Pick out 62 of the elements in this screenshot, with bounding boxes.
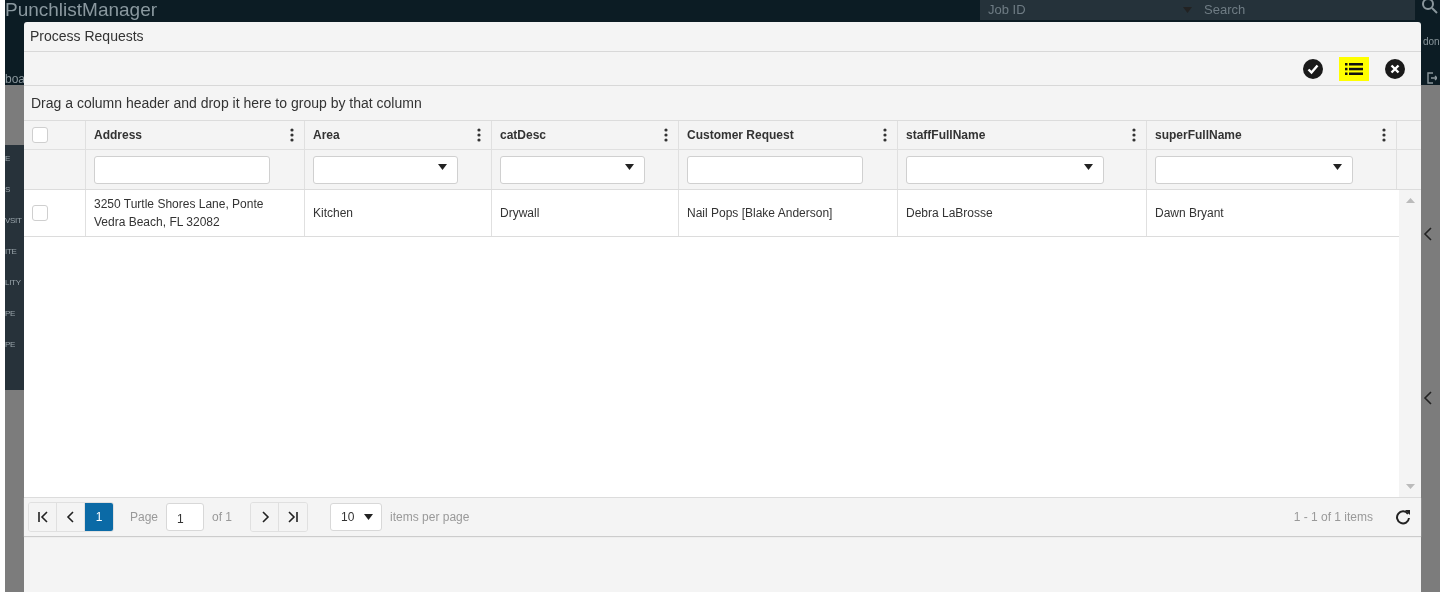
user-label[interactable]: don (1423, 34, 1440, 49)
caret-icon (364, 514, 374, 520)
group-panel-hint: Drag a column header and drop it here to group by that column (31, 93, 422, 113)
page-size-label: items per page (390, 509, 470, 526)
logout-icon[interactable] (1427, 72, 1437, 84)
page-input[interactable]: 1 (166, 503, 205, 531)
dialog-title: Process Requests (30, 27, 144, 46)
page-size-dropdown[interactable]: 10 (330, 503, 383, 531)
page-count: of 1 (212, 509, 233, 526)
column-header[interactable]: superFullName (1155, 126, 1242, 144)
chevron-icon (286, 510, 301, 524)
column-menu-icon[interactable] (1382, 128, 1386, 142)
refresh-icon[interactable] (1395, 509, 1411, 525)
chevron-icon (1423, 391, 1433, 405)
close-icon (1385, 58, 1405, 79)
table-cell-text: Drywall (500, 205, 540, 222)
toolbar-button[interactable] (1339, 56, 1369, 81)
column-menu-icon[interactable] (1132, 128, 1136, 142)
sidebar-item[interactable]: ITE (5, 244, 24, 260)
table-cell-text: Nail Pops [Blake Anderson] (687, 205, 833, 222)
page-label: Page (130, 509, 159, 526)
column-header[interactable]: staffFullName (906, 126, 986, 144)
items-summary: 1 - 1 of 1 items (1293, 509, 1373, 526)
search-field[interactable]: Search (1200, 0, 1415, 20)
job-id-field[interactable]: Job ID (980, 0, 1200, 20)
column-menu-icon[interactable] (290, 128, 294, 142)
caret-icon (1333, 163, 1342, 170)
filter-field[interactable] (687, 155, 863, 184)
pager-button[interactable] (251, 503, 280, 531)
checkbox[interactable] (32, 127, 48, 143)
search-icon[interactable] (1422, 0, 1438, 14)
column-menu-icon[interactable] (883, 128, 887, 142)
page-button[interactable]: 1 (85, 503, 113, 531)
pager-button[interactable] (29, 503, 57, 531)
table-cell-text: Kitchen (313, 205, 354, 222)
caret-icon (438, 163, 447, 170)
column-header[interactable]: Customer Request (687, 126, 794, 144)
filter-field[interactable] (94, 155, 270, 184)
caret-icon (1084, 163, 1093, 170)
sidebar-item[interactable]: PE (5, 306, 24, 322)
chevron-icon (1423, 227, 1433, 241)
sidebar-item[interactable]: E (5, 151, 24, 167)
caret-icon (625, 163, 634, 170)
table-cell-text: Debra LaBrosse (906, 205, 993, 222)
checkbox[interactable] (32, 205, 48, 221)
column-header[interactable]: catDesc (500, 126, 547, 144)
column-header[interactable]: Address (94, 126, 143, 144)
chevron-icon (35, 510, 50, 524)
list-icon (1345, 61, 1363, 76)
column-header[interactable]: Area (313, 126, 340, 144)
nav-label[interactable]: boa (5, 70, 26, 88)
table-cell-text: Dawn Bryant (1155, 205, 1224, 222)
check-circle-icon (1303, 58, 1323, 79)
app-logo: PunchlistManager (5, 0, 158, 20)
column-menu-icon[interactable] (477, 128, 481, 142)
column-menu-icon[interactable] (664, 128, 668, 142)
caret-icon (1183, 7, 1192, 13)
sidebar-item[interactable]: S (5, 182, 24, 198)
sidebar-item[interactable]: LITY (5, 275, 24, 291)
table-cell-text: 3250 Turtle Shores Lane, Ponte Vedra Beach, FL 32082 (94, 196, 265, 231)
sidebar-item[interactable]: PE (5, 337, 24, 353)
sidebar-item[interactable]: VSIT (5, 213, 24, 229)
